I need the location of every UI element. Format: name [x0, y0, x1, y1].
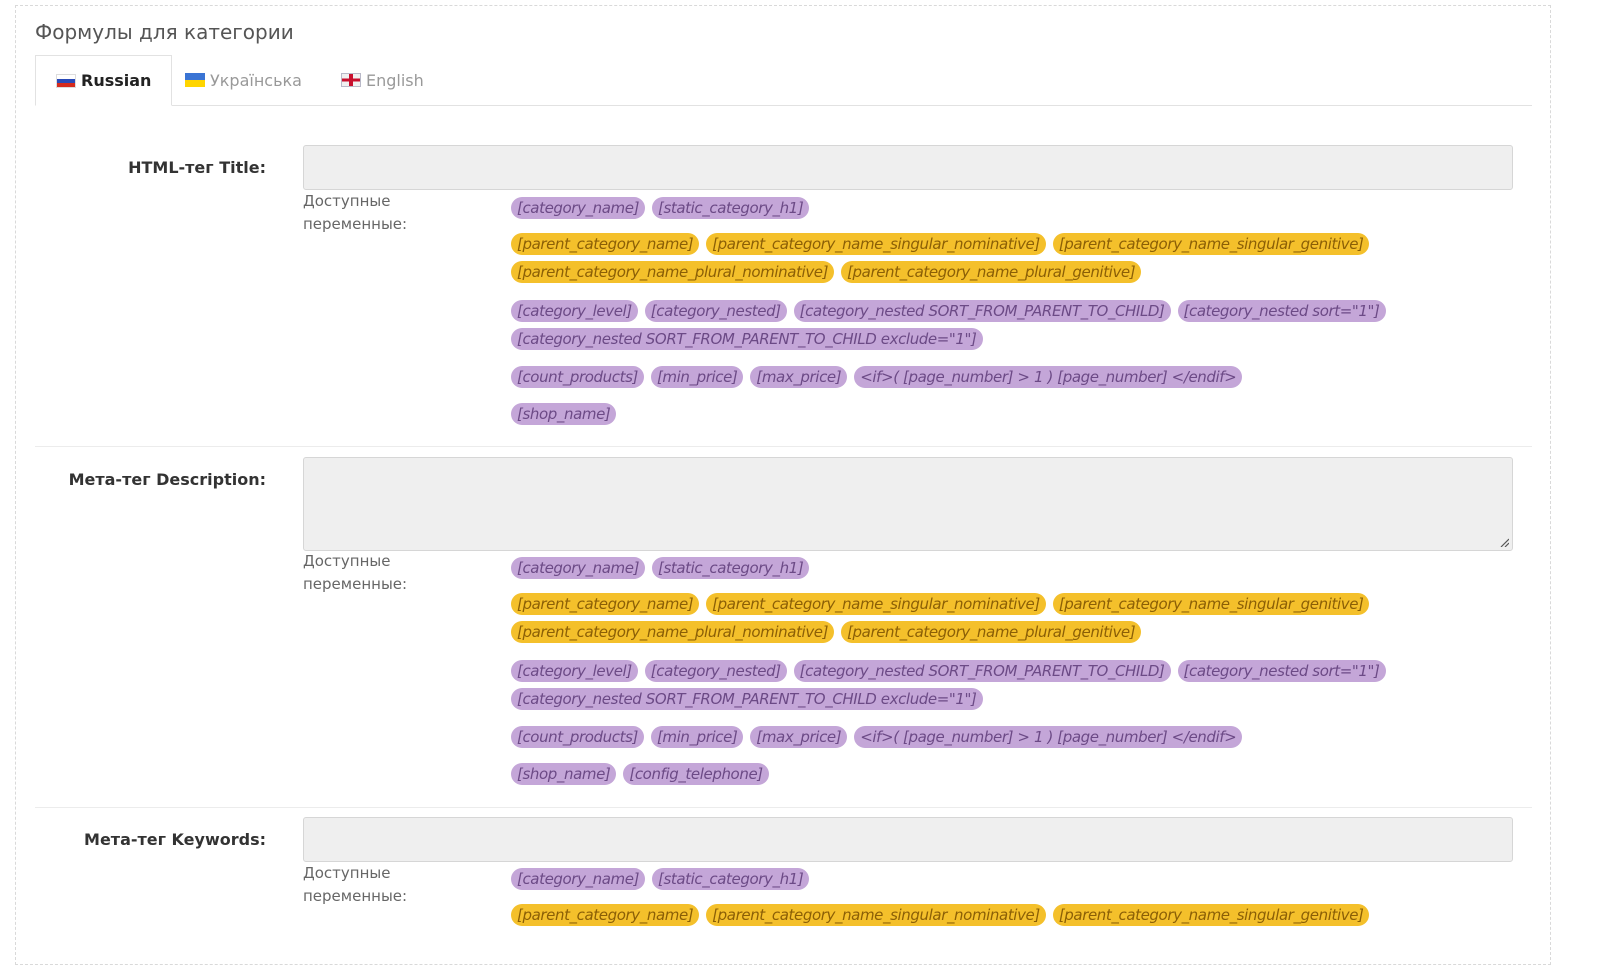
variable-chip[interactable]: [static_category_h1] [652, 868, 810, 890]
variable-group: [count_products] [min_price] [max_price] <i… [511, 726, 1391, 748]
variable-group: [category_level] [category_nested] [catego… [511, 660, 1391, 710]
language-tabs: Russian Українська English [35, 55, 1532, 106]
tab-label: Українська [210, 70, 302, 90]
variable-chip[interactable]: [shop_name] [511, 403, 617, 425]
divider [35, 807, 1532, 808]
vars-label: Доступные переменные: [303, 552, 408, 593]
variable-chip[interactable]: [parent_category_name_plural_nominative] [511, 621, 835, 643]
variable-chip[interactable]: [category_name] [511, 197, 646, 219]
variable-chip[interactable]: <if>( [page_number] > 1 ) [page_number] … [854, 726, 1243, 748]
description-field-label: Мета-тег Description: [68, 470, 266, 489]
variable-chip[interactable]: [parent_category_name_plural_genitive] [841, 261, 1142, 283]
vars-label: Доступные переменные: [303, 192, 408, 233]
variable-chip[interactable]: [category_nested SORT_FROM_PARENT_TO_CHI… [793, 660, 1171, 682]
variable-chip[interactable]: [parent_category_name_singular_nominativ… [706, 593, 1046, 615]
variable-chip[interactable]: <if>( [page_number] > 1 ) [page_number] … [854, 366, 1243, 388]
variable-chip[interactable]: [parent_category_name_singular_genitive] [1052, 593, 1370, 615]
keywords-field-label: Мета-тег Keywords: [84, 830, 266, 849]
variable-group: [count_products] [min_price] [max_price] <i… [511, 366, 1391, 388]
variable-group: [parent_category_name] [parent_category_n… [511, 233, 1391, 283]
variable-chip[interactable]: [static_category_h1] [652, 557, 810, 579]
variable-chip[interactable]: [count_products] [511, 366, 644, 388]
variable-chip[interactable]: [category_level] [511, 300, 638, 322]
variable-chip[interactable]: [max_price] [750, 726, 848, 748]
variable-chip[interactable]: [parent_category_name] [511, 593, 700, 615]
title-field-label: HTML-тег Title: [128, 158, 266, 177]
variable-chip[interactable]: [parent_category_name_singular_nominativ… [706, 233, 1046, 255]
variable-chip[interactable]: [category_nested sort="1"] [1177, 660, 1386, 682]
flag-uk-icon [341, 73, 361, 87]
variable-group: [shop_name] [511, 403, 1391, 425]
variable-chip[interactable]: [category_level] [511, 660, 638, 682]
resize-handle-icon[interactable] [1499, 537, 1509, 547]
variable-chip[interactable]: [category_name] [511, 868, 646, 890]
variable-chip[interactable]: [min_price] [650, 366, 744, 388]
description-textarea[interactable] [303, 457, 1513, 551]
variable-chip[interactable]: [static_category_h1] [652, 197, 810, 219]
variable-chip[interactable]: [category_nested sort="1"] [1177, 300, 1386, 322]
variable-chip[interactable]: [parent_category_name_singular_genitive] [1052, 233, 1370, 255]
panel-title: Формулы для категории [35, 20, 294, 44]
variable-group: [shop_name] [config_telephone] [511, 763, 1391, 785]
flag-russia-icon [56, 73, 76, 88]
variable-group: [category_name] [static_category_h1] [511, 557, 1391, 579]
variable-chip[interactable]: [category_nested SORT_FROM_PARENT_TO_CHI… [511, 328, 983, 350]
variable-chip[interactable]: [max_price] [750, 366, 848, 388]
keywords-input[interactable] [303, 817, 1513, 862]
variable-chip[interactable]: [parent_category_name] [511, 233, 700, 255]
variable-chip[interactable]: [category_nested SORT_FROM_PARENT_TO_CHI… [511, 688, 983, 710]
tab-ukrainian[interactable]: Українська [185, 55, 302, 105]
tab-english[interactable]: English [341, 55, 424, 105]
variable-group: [category_level] [category_nested] [catego… [511, 300, 1391, 350]
divider [35, 446, 1532, 447]
tab-label: Russian [81, 71, 152, 90]
variable-chip[interactable]: [parent_category_name_plural_nominative] [511, 261, 835, 283]
variable-chip[interactable]: [category_nested SORT_FROM_PARENT_TO_CHI… [793, 300, 1171, 322]
variable-group: [parent_category_name] [parent_category_n… [511, 593, 1391, 643]
seo-formulas-panel: Формулы для категории Russian Українська… [15, 5, 1551, 965]
variable-chip[interactable]: [count_products] [511, 726, 644, 748]
variable-chip[interactable]: [config_telephone] [623, 763, 769, 785]
vars-label: Доступные переменные: [303, 864, 408, 905]
tab-label: English [366, 70, 424, 90]
variable-chip[interactable]: [category_nested] [644, 660, 787, 682]
variable-chip[interactable]: [min_price] [650, 726, 744, 748]
variable-chip[interactable]: [shop_name] [511, 763, 617, 785]
variable-group: [category_name] [static_category_h1] [511, 197, 1391, 219]
variable-group: [category_name] [static_category_h1] [511, 868, 1391, 890]
variable-chip[interactable]: [parent_category_name_plural_genitive] [841, 621, 1142, 643]
tab-russian[interactable]: Russian [35, 55, 173, 106]
variable-chip[interactable]: [category_nested] [644, 300, 787, 322]
flag-ukraine-icon [185, 73, 205, 87]
title-input[interactable] [303, 145, 1513, 190]
variable-chip[interactable]: [category_name] [511, 557, 646, 579]
